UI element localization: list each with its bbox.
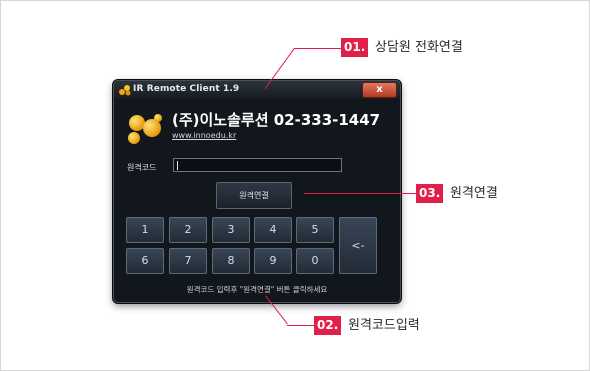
keypad-key-9[interactable]: 9 [254, 248, 292, 274]
callout-03-label: 원격연결 [450, 186, 498, 201]
title-bar: IR Remote Client 1.9 x [114, 81, 400, 99]
website-link[interactable]: www.innoedu.kr [172, 131, 236, 140]
remote-client-window: IR Remote Client 1.9 x (주)이노솔루션 02-333-1… [113, 80, 401, 303]
callout-02-label: 원격코드입력 [348, 318, 420, 333]
app-logo-icon [119, 85, 131, 96]
callout-03-leader-line [304, 193, 416, 194]
callout-02-badge: 02. [314, 316, 342, 335]
keypad-key-2[interactable]: 2 [169, 217, 207, 243]
text-caret [177, 161, 178, 170]
remote-code-input[interactable] [173, 158, 342, 172]
remote-code-label: 원격코드 [127, 163, 157, 172]
callout-02-leader-line [287, 325, 314, 326]
keypad-key-6[interactable]: 6 [126, 248, 164, 274]
window-title: IR Remote Client 1.9 [133, 84, 240, 94]
keypad-key-7[interactable]: 7 [169, 248, 207, 274]
keypad-key-3[interactable]: 3 [212, 217, 250, 243]
callout-01-badge: 01. [341, 38, 369, 57]
keypad-key-0[interactable]: 0 [296, 248, 334, 274]
backspace-key[interactable]: <- [339, 217, 377, 274]
connect-button[interactable]: 원격연결 [216, 182, 292, 209]
hint-text: 원격코드 입력후 "원격연결" 버튼 클릭하세요 [186, 285, 328, 294]
company-name-phone: (주)이노솔루션 02-333-1447 [172, 111, 381, 129]
callout-01-leader-line [294, 48, 341, 49]
keypad-key-4[interactable]: 4 [254, 217, 292, 243]
callout-01-label: 상담원 전화연결 [375, 40, 463, 55]
keypad-key-1[interactable]: 1 [126, 217, 164, 243]
close-button[interactable]: x [362, 82, 397, 98]
callout-03-badge: 03. [416, 184, 444, 203]
keypad-key-8[interactable]: 8 [212, 248, 250, 274]
company-logo-icon [128, 114, 162, 144]
keypad-key-5[interactable]: 5 [296, 217, 334, 243]
